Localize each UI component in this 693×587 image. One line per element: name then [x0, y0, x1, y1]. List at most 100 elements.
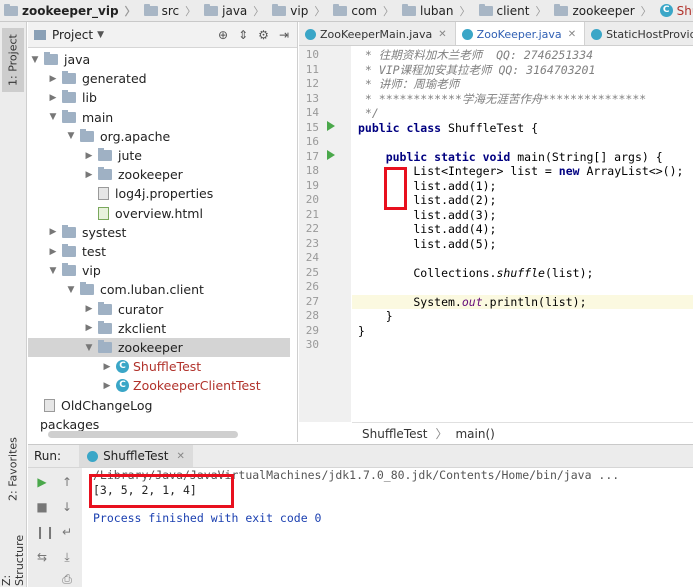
- breadcrumb-shuffletest[interactable]: C ShuffleTest: [656, 0, 693, 21]
- line-number: 21: [305, 207, 319, 221]
- chevron-right-icon: 〉: [535, 4, 547, 18]
- tree-item[interactable]: ▼ org.apache: [66, 127, 170, 146]
- tree-item[interactable]: ▶ lib: [48, 88, 97, 107]
- chevron-right-icon[interactable]: ▶: [84, 170, 94, 180]
- chevron-right-icon[interactable]: ▶: [84, 151, 94, 161]
- restore-layout-icon[interactable]: ⇆: [35, 550, 49, 564]
- chevron-right-icon[interactable]: ▶: [84, 323, 94, 333]
- chevron-down-icon[interactable]: ▼: [84, 343, 94, 353]
- chevron-down-icon[interactable]: ▼: [30, 55, 40, 65]
- chevron-right-icon[interactable]: ▶: [102, 362, 112, 372]
- tree-item[interactable]: overview.html: [84, 204, 203, 223]
- tree-item[interactable]: ▶ zkclient: [84, 319, 166, 338]
- tree-item[interactable]: ▶ generated: [48, 69, 147, 88]
- run-tab[interactable]: ShuffleTest ✕: [79, 445, 193, 467]
- rerun-icon[interactable]: ▶: [35, 475, 49, 489]
- tree-item[interactable]: ▶ systest: [48, 223, 126, 242]
- folder-icon: [401, 3, 416, 16]
- code-editor[interactable]: * 往期资料加木兰老师 QQ: 2746251334 * VIP课程加安其拉老师…: [352, 46, 693, 422]
- chevron-right-icon[interactable]: ▶: [48, 247, 58, 257]
- horizontal-scrollbar[interactable]: [48, 431, 238, 438]
- tool-tab-favorites[interactable]: 2: Favorites: [2, 430, 24, 508]
- highlight-box-output: [89, 474, 234, 508]
- arrow-up-icon[interactable]: ↑: [60, 475, 74, 489]
- run-class-icon[interactable]: [327, 121, 335, 131]
- code-line-17: public static void main(String[] args) {: [358, 150, 663, 165]
- run-main-icon[interactable]: [327, 150, 335, 160]
- editor-breadcrumb-class[interactable]: ShuffleTest: [362, 427, 427, 441]
- line-number: 20: [305, 193, 319, 206]
- close-icon[interactable]: ✕: [177, 451, 185, 462]
- tool-tab-structure[interactable]: Z: Structure: [0, 522, 26, 586]
- tree-item[interactable]: log4j.properties: [84, 184, 213, 203]
- breadcrumb-project[interactable]: zookeeper_vip 〉: [0, 0, 140, 21]
- line-number: 28: [305, 309, 319, 322]
- tree-item[interactable]: ▶ jute: [84, 146, 142, 165]
- chevron-down-icon[interactable]: ▼: [48, 112, 58, 122]
- breadcrumb-com[interactable]: com 〉: [329, 0, 398, 21]
- chevron-right-icon[interactable]: ▶: [48, 93, 58, 103]
- breadcrumb-vip[interactable]: vip 〉: [268, 0, 329, 21]
- breadcrumb-java[interactable]: java 〉: [200, 0, 268, 21]
- tree-item[interactable]: ▶ test: [48, 242, 106, 261]
- project-panel-tools: ⊕ ⇕ ⚙ ⇥: [218, 28, 297, 42]
- breadcrumb-src[interactable]: src 〉: [140, 0, 201, 21]
- breadcrumb-zookeeper[interactable]: zookeeper 〉: [550, 0, 655, 21]
- folder-icon: [44, 52, 58, 65]
- html-file-icon: [98, 206, 109, 220]
- hide-icon[interactable]: ⇥: [279, 28, 289, 42]
- tree-item[interactable]: ▼ com.luban.client: [66, 280, 204, 299]
- pause-icon[interactable]: ❙❙: [35, 525, 55, 539]
- line-number: 26: [305, 280, 319, 293]
- java-class-icon: C: [659, 4, 673, 17]
- chevron-right-icon[interactable]: ▶: [102, 381, 112, 391]
- project-panel-title[interactable]: Project: [52, 28, 93, 42]
- gear-icon[interactable]: ⚙: [258, 28, 269, 42]
- close-icon[interactable]: ✕: [438, 29, 446, 40]
- arrow-down-icon[interactable]: ↓: [60, 500, 74, 514]
- tab-statichostprovider[interactable]: StaticHostProvider.: [585, 22, 693, 45]
- soft-wrap-icon[interactable]: ↵: [60, 525, 74, 539]
- chevron-right-icon[interactable]: ▶: [48, 227, 58, 237]
- breadcrumb-luban[interactable]: luban 〉: [398, 0, 475, 21]
- tree-item[interactable]: ▼ main: [48, 108, 113, 127]
- breadcrumb-client[interactable]: client 〉: [475, 0, 551, 21]
- stop-icon[interactable]: ■: [35, 500, 49, 514]
- tab-zookeeper[interactable]: ZooKeeper.java ✕: [455, 22, 586, 45]
- print-icon[interactable]: ⎙: [60, 572, 74, 586]
- line-number: 13: [305, 91, 319, 105]
- collapse-all-icon[interactable]: ⇕: [238, 28, 248, 42]
- tab-zookeepermain[interactable]: ZooKeeperMain.java ✕: [299, 22, 456, 45]
- folder-icon: [62, 224, 76, 238]
- scroll-to-end-icon[interactable]: ⤓: [60, 550, 74, 564]
- code-line-20: list.add(2);: [358, 193, 497, 207]
- tree-item[interactable]: ▶ zookeeper: [84, 165, 183, 184]
- chevron-down-icon[interactable]: ▼: [97, 30, 104, 40]
- chevron-right-icon[interactable]: ▶: [48, 74, 58, 84]
- tree-item[interactable]: ▼ java: [30, 50, 90, 69]
- tree-item[interactable]: ▶ curator: [84, 300, 163, 319]
- chevron-down-icon[interactable]: ▼: [48, 266, 58, 276]
- chevron-right-icon: 〉: [382, 4, 394, 18]
- code-line-19: list.add(1);: [358, 178, 497, 193]
- tree-item[interactable]: OldChangeLog: [30, 396, 152, 415]
- code-line-11: * VIP课程加安其拉老师 QQ: 3164703201: [358, 62, 596, 77]
- chevron-down-icon[interactable]: ▼: [66, 131, 76, 141]
- breadcrumb-label: java: [222, 3, 248, 18]
- chevron-down-icon[interactable]: ▼: [66, 285, 76, 295]
- chevron-right-icon[interactable]: ▶: [84, 304, 94, 314]
- breadcrumb-label: com: [351, 3, 377, 18]
- tree-item-label: lib: [82, 90, 97, 106]
- tree-item[interactable]: ▶ C ZookeeperClientTest: [102, 376, 261, 395]
- folder-icon: [4, 3, 18, 16]
- chevron-right-icon: 〉: [185, 4, 197, 18]
- editor-breadcrumb-method[interactable]: main(): [455, 427, 494, 441]
- tree-item[interactable]: ▼ vip: [48, 261, 101, 280]
- tree-item[interactable]: ▶ C ShuffleTest: [102, 357, 202, 376]
- tool-tab-project[interactable]: 1: Project: [2, 28, 24, 92]
- chevron-right-icon: 〉: [253, 4, 265, 18]
- close-icon[interactable]: ✕: [568, 29, 576, 40]
- locate-icon[interactable]: ⊕: [218, 28, 228, 42]
- tree-item[interactable]: ▼ zookeeper: [28, 338, 290, 357]
- tree-item-label: overview.html: [115, 205, 203, 221]
